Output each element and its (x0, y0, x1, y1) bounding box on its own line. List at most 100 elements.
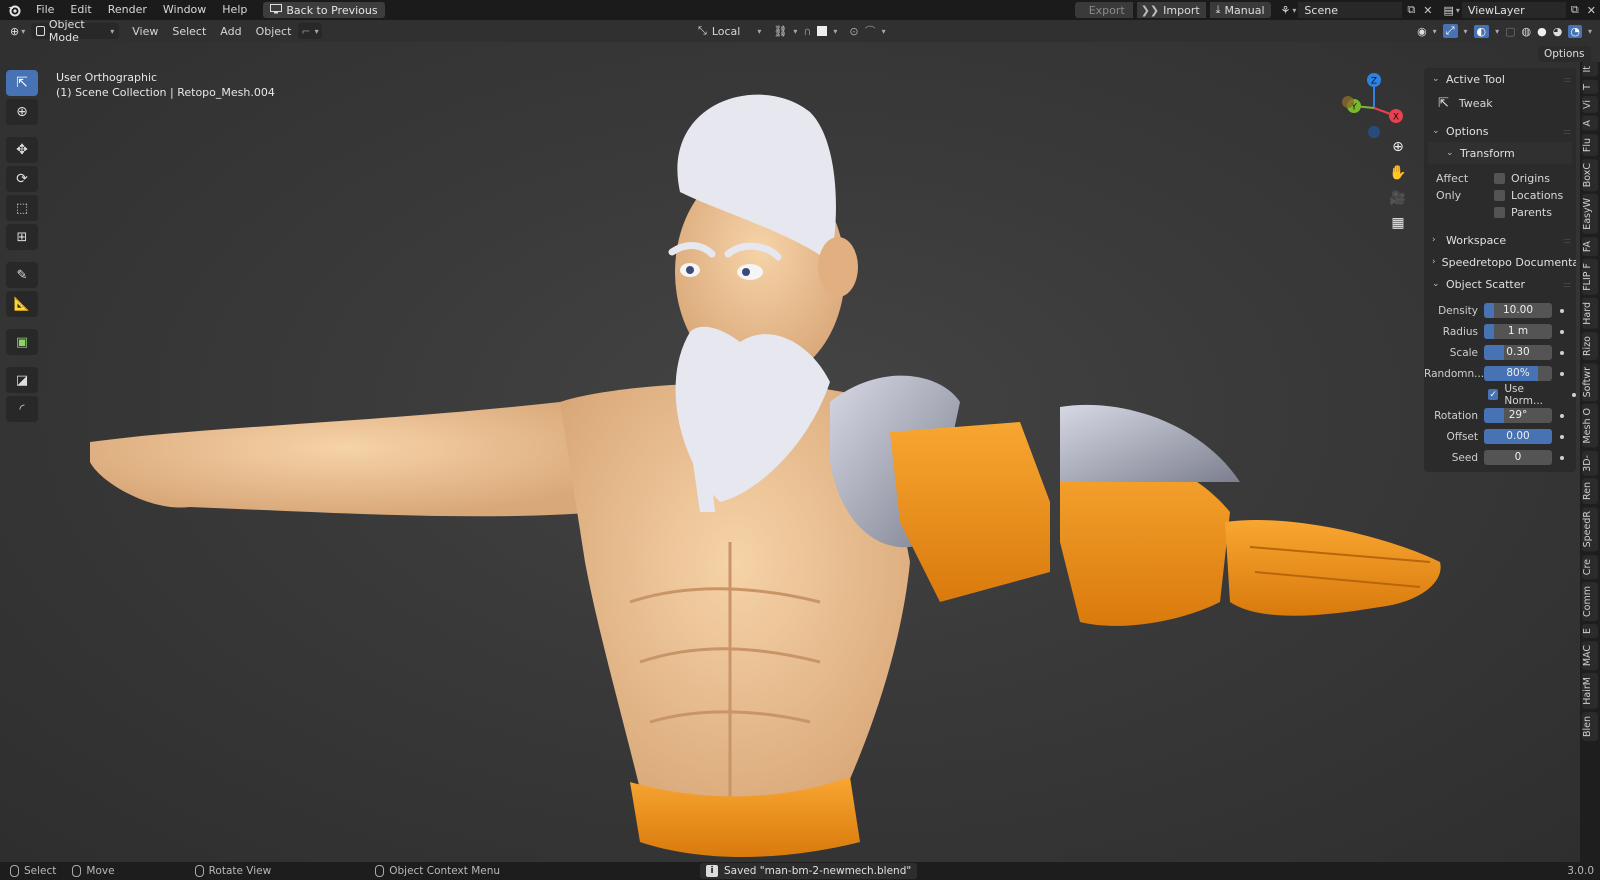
falloff-icon[interactable]: ⌒ (865, 23, 876, 39)
sidebar-tab[interactable]: Flu (1582, 133, 1598, 156)
annotate-tool-button[interactable]: ✎ (6, 262, 38, 288)
snap-target-dropdown[interactable]: ⌐ ▾ (298, 23, 323, 39)
solid-shading-icon[interactable]: ● (1537, 25, 1547, 38)
editor-type-button[interactable]: ⊕ ▾ (0, 25, 31, 38)
sidebar-tab[interactable]: T (1582, 79, 1598, 94)
rendered-shading-icon[interactable]: ◔ (1568, 24, 1582, 38)
sidebar-tab[interactable]: MAC (1582, 641, 1598, 671)
scene-selector[interactable]: ⚘ ▾ Scene ⧉ ✕ (1281, 2, 1436, 18)
extra-tool-button[interactable]: ◪ (6, 367, 38, 393)
origins-checkbox[interactable]: Origins (1494, 170, 1563, 187)
menu-help[interactable]: Help (214, 0, 255, 20)
prop-slider[interactable]: 0.00 (1484, 429, 1552, 444)
sidebar-tab[interactable]: Comm (1582, 582, 1598, 621)
options-dropdown[interactable]: Options (1538, 46, 1591, 62)
menu-view[interactable]: View (125, 25, 165, 38)
zoom-icon[interactable]: ⊕ (1387, 136, 1409, 158)
move-tool-button[interactable]: ✥ (6, 137, 38, 163)
blender-logo-icon[interactable] (0, 0, 28, 20)
orientation-dropdown[interactable]: ⤡ Local ▾ (698, 24, 761, 38)
prop-slider[interactable]: 1 m (1484, 324, 1552, 339)
sidebar-tab[interactable]: FA (1582, 237, 1598, 257)
grid-icon[interactable]: ▦ (1387, 212, 1409, 234)
options-header[interactable]: ⌄ Options :::: (1424, 120, 1576, 142)
sidebar-tab[interactable]: Rizo (1582, 331, 1598, 360)
navigation-gizmo[interactable]: Z Y X (1334, 70, 1404, 140)
mode-dropdown[interactable]: Object Mode ▾ (31, 18, 120, 44)
transform-header[interactable]: ⌄ Transform (1428, 142, 1572, 164)
sidebar-tab[interactable]: It (1582, 62, 1598, 77)
export-button[interactable]: Export (1074, 2, 1133, 18)
sidebar-tab[interactable]: SpeedR (1582, 507, 1598, 552)
use-normals-checkbox[interactable]: ✓ Use Norm... (1424, 383, 1576, 407)
active-tool-row[interactable]: ⇱ Tweak (1424, 90, 1576, 116)
sidebar-tab[interactable]: Ren (1582, 478, 1598, 505)
keyframe-dot-icon[interactable] (1560, 350, 1564, 355)
import-button[interactable]: ❯❯ Import (1136, 2, 1206, 18)
drag-handle-icon[interactable]: :::: (1563, 236, 1571, 245)
measure-tool-button[interactable]: 📐 (6, 291, 38, 317)
prop-slider[interactable]: 0 (1484, 450, 1552, 465)
gizmo-toggle-icon[interactable]: ⤢ (1442, 24, 1458, 38)
sidebar-tab[interactable]: A (1582, 116, 1598, 131)
keyframe-dot-icon[interactable] (1560, 371, 1564, 376)
manual-button[interactable]: ⤓ Manual (1209, 2, 1271, 18)
sidebar-tab[interactable]: EasyW (1582, 194, 1598, 234)
keyframe-dot-icon[interactable] (1560, 434, 1564, 439)
sidebar-tab[interactable]: Softwr (1582, 362, 1598, 402)
sidebar-tab[interactable]: Mesh O (1582, 404, 1598, 448)
copy-scene-icon[interactable]: ⧉ (1404, 3, 1418, 17)
scale-tool-button[interactable]: ⬚ (6, 195, 38, 221)
transform-tool-button[interactable]: ⊞ (6, 224, 38, 250)
drag-handle-icon[interactable]: :::: (1563, 75, 1571, 84)
add-cube-tool-button[interactable]: ▣ (6, 329, 38, 355)
parents-checkbox[interactable]: Parents (1494, 204, 1563, 221)
cursor-tool-button[interactable]: ⊕ (6, 99, 38, 125)
visibility-icon[interactable]: ◉ (1417, 25, 1427, 38)
keyframe-dot-icon[interactable] (1560, 329, 1564, 334)
menu-select[interactable]: Select (165, 25, 213, 38)
rotate-tool-button[interactable]: ⟳ (6, 166, 38, 192)
pan-hand-icon[interactable]: ✋ (1387, 162, 1409, 184)
tweak-tool-button[interactable]: ⇱ (6, 70, 38, 96)
sidebar-tab[interactable]: Vi (1582, 96, 1598, 114)
pivot-icon[interactable]: ⛓ (773, 25, 787, 38)
snap-icon[interactable]: ∩ (803, 25, 811, 38)
curve-tool-button[interactable]: ◜ (6, 396, 38, 422)
copy-view-layer-icon[interactable]: ⧉ (1568, 3, 1582, 17)
menu-file[interactable]: File (28, 0, 62, 20)
material-shading-icon[interactable]: ◕ (1553, 25, 1563, 38)
sidebar-tab[interactable]: HairM (1582, 673, 1598, 709)
menu-object[interactable]: Object (249, 25, 299, 38)
view-layer-field[interactable]: ViewLayer (1461, 2, 1566, 18)
scene-name-field[interactable]: Scene (1298, 2, 1403, 18)
sidebar-tab[interactable]: FLIP F (1582, 259, 1598, 295)
close-icon[interactable]: ✕ (1420, 4, 1435, 17)
close-icon[interactable]: ✕ (1584, 4, 1600, 17)
view-layer-selector[interactable]: ▤ ▾ ViewLayer ⧉ ✕ (1444, 2, 1600, 18)
speedretopo-header[interactable]: › Speedretopo Documentation (1424, 251, 1576, 273)
3d-viewport[interactable]: User Orthographic (1) Scene Collection |… (0, 42, 1600, 862)
locations-checkbox[interactable]: Locations (1494, 187, 1563, 204)
drag-handle-icon[interactable]: :::: (1563, 280, 1571, 289)
sidebar-tab[interactable]: Hard (1582, 297, 1598, 329)
sidebar-tab[interactable]: 3D- (1582, 450, 1598, 476)
wireframe-shading-icon[interactable]: ◍ (1522, 25, 1532, 38)
back-to-previous-button[interactable]: Back to Previous (263, 2, 385, 18)
prop-slider[interactable]: 29° (1484, 408, 1552, 423)
menu-window[interactable]: Window (155, 0, 214, 20)
sidebar-tab[interactable]: Blen (1582, 711, 1598, 741)
keyframe-dot-icon[interactable] (1572, 392, 1576, 397)
sidebar-tab[interactable]: BoxC (1582, 158, 1598, 192)
keyframe-dot-icon[interactable] (1560, 455, 1564, 460)
sidebar-tab[interactable]: E (1582, 623, 1598, 638)
prop-slider[interactable]: 80% (1484, 366, 1552, 381)
drag-handle-icon[interactable]: :::: (1563, 127, 1571, 136)
keyframe-dot-icon[interactable] (1560, 308, 1564, 313)
prop-slider[interactable]: 10.00 (1484, 303, 1552, 318)
menu-render[interactable]: Render (100, 0, 155, 20)
active-tool-header[interactable]: ⌄ Active Tool :::: (1424, 68, 1576, 90)
workspace-header[interactable]: › Workspace :::: (1424, 229, 1576, 251)
menu-add[interactable]: Add (213, 25, 248, 38)
proportional-edit-icon[interactable]: ⊙ (849, 25, 858, 38)
